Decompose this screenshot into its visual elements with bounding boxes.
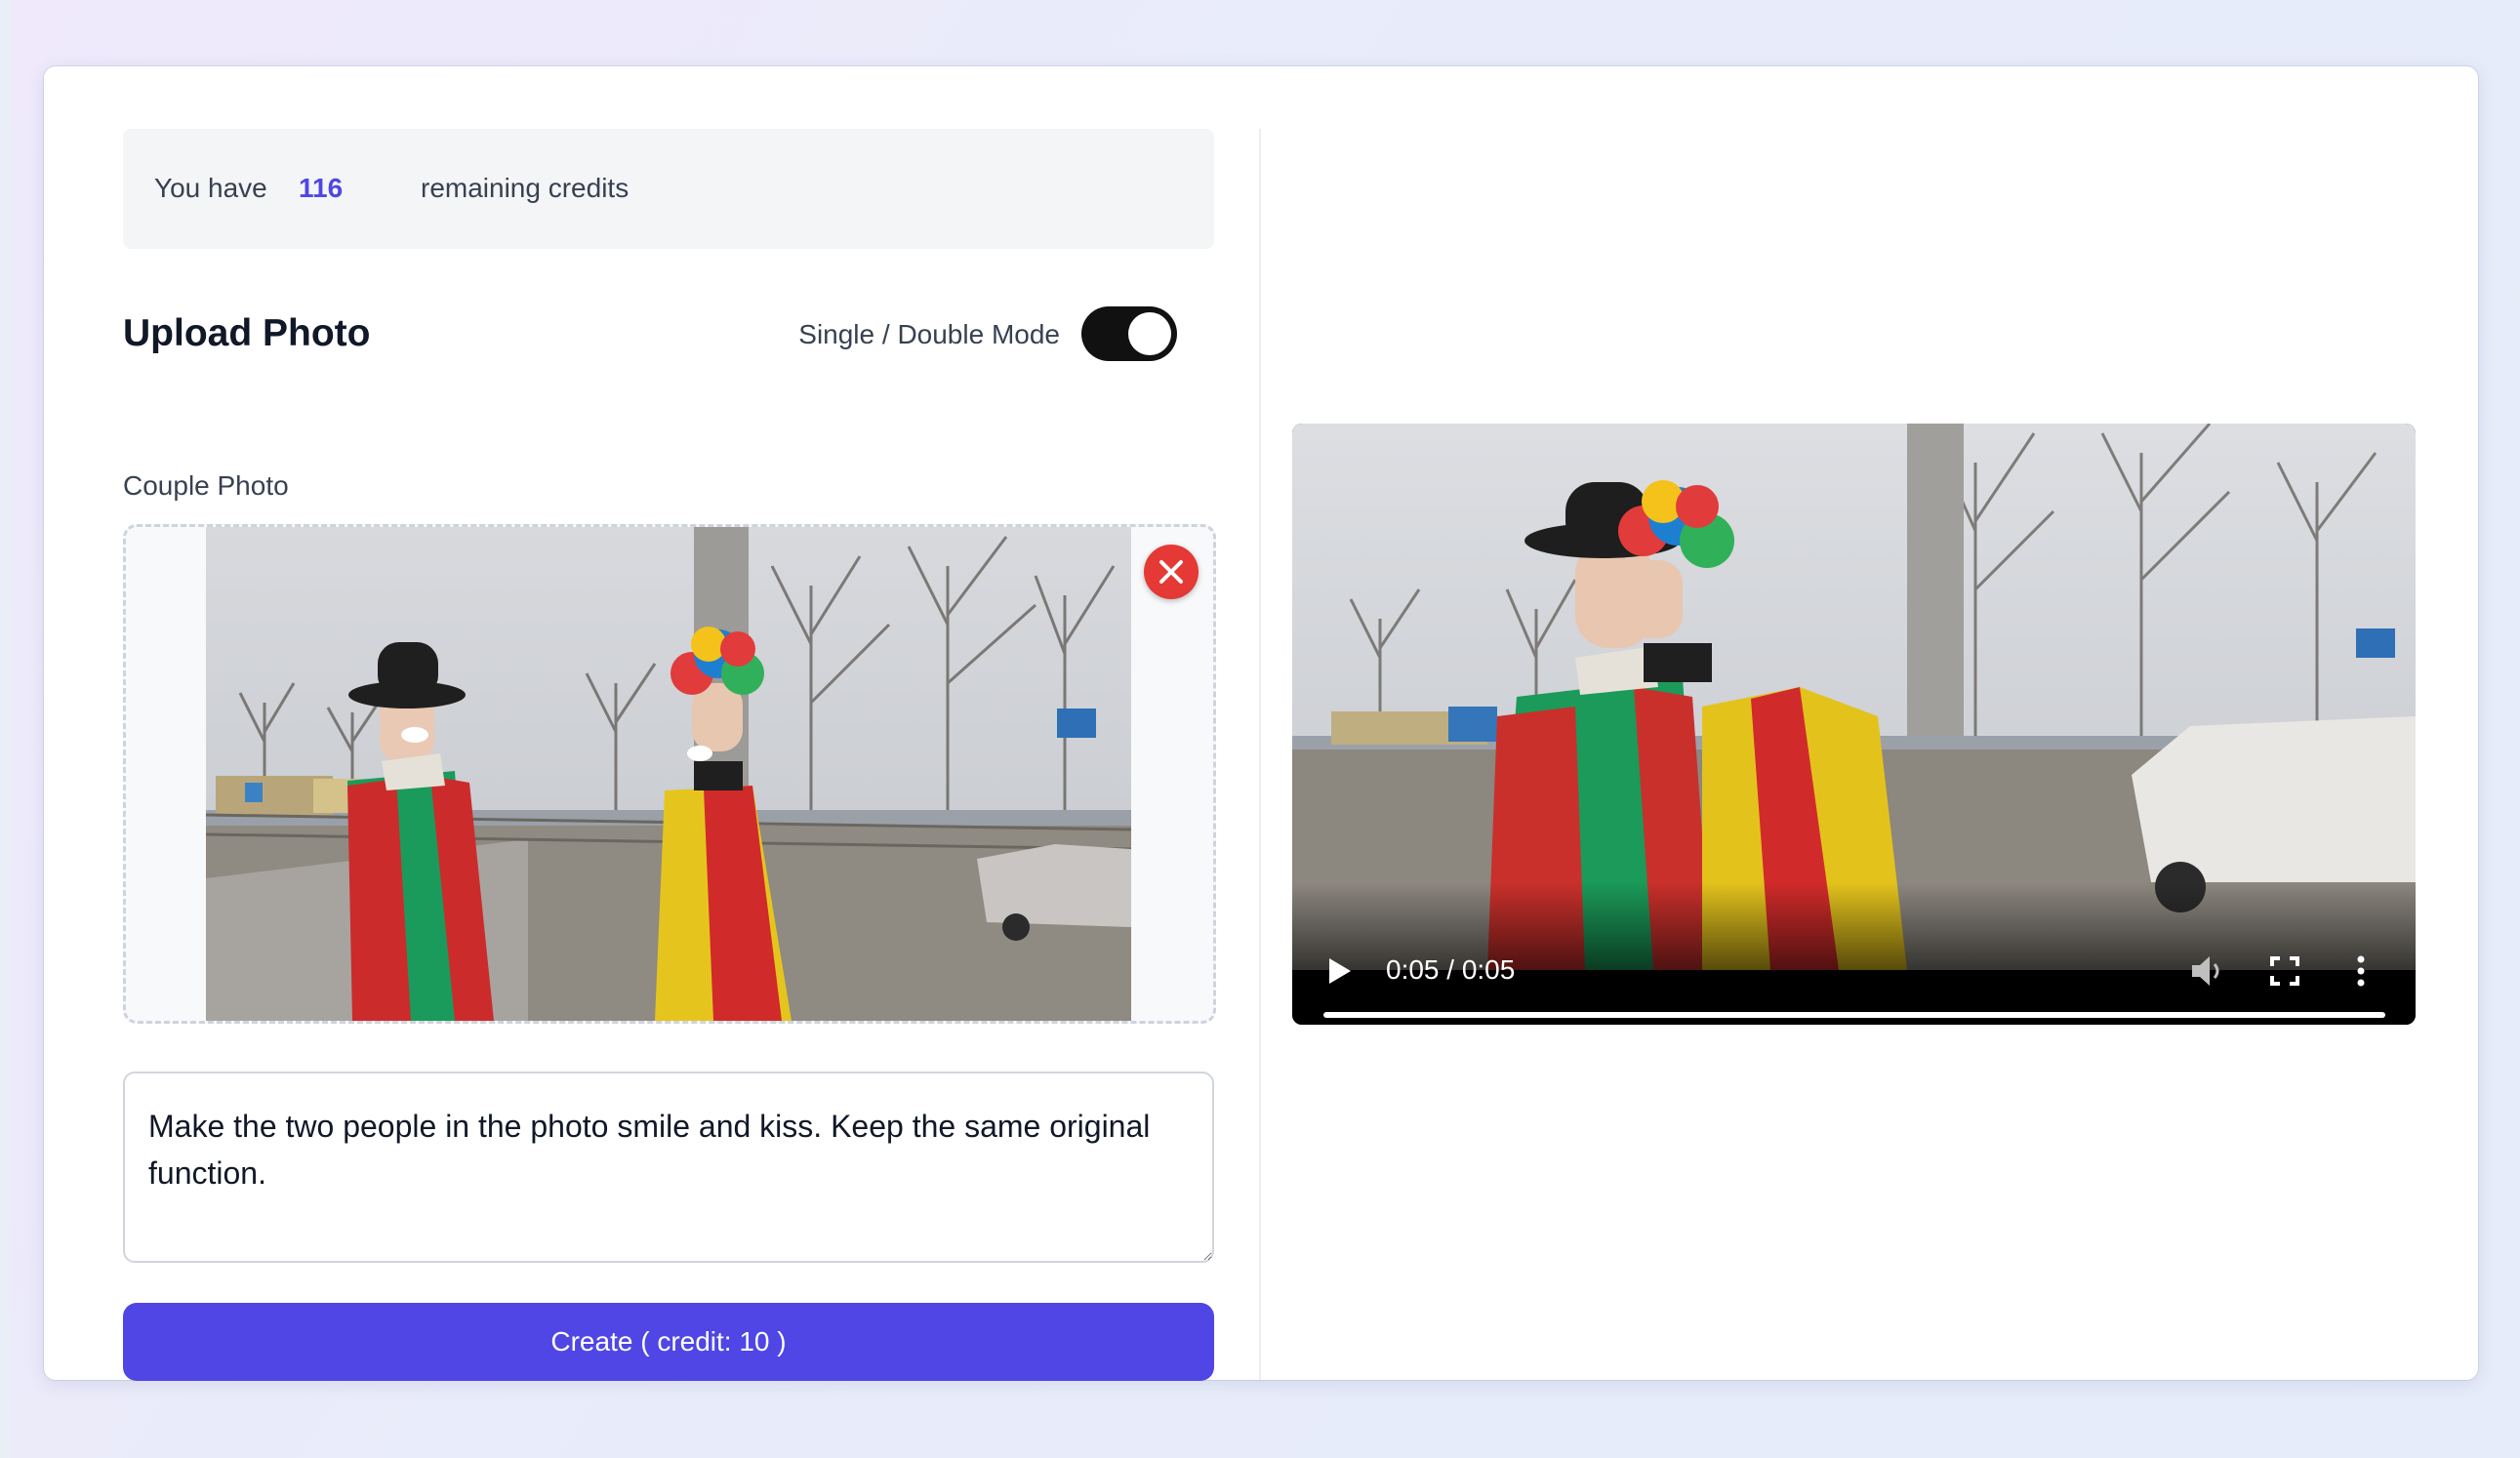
credits-count: 116: [299, 173, 344, 203]
play-icon[interactable]: [1325, 954, 1355, 988]
credits-banner: You have 116 remaining credits: [123, 129, 1214, 249]
mode-toggle[interactable]: [1081, 306, 1177, 361]
prompt-input[interactable]: Make the two people in the photo smile a…: [123, 1072, 1214, 1263]
video-player[interactable]: 0:05 / 0:05: [1292, 424, 2416, 1025]
mute-icon[interactable]: [2188, 952, 2227, 990]
remove-photo-button[interactable]: [1144, 545, 1199, 599]
video-controls: 0:05 / 0:05: [1292, 882, 2416, 1025]
mode-switch-group: Single / Double Mode: [748, 304, 1177, 363]
credits-suffix: remaining credits: [421, 173, 630, 203]
upload-title: Upload Photo: [123, 312, 371, 354]
photo-dropzone[interactable]: [123, 524, 1216, 1024]
window-edge: [0, 0, 12, 1458]
credits-prefix: You have: [154, 173, 267, 203]
main-card: You have 116 remaining credits Upload Ph…: [44, 66, 2478, 1381]
fullscreen-icon[interactable]: [2268, 954, 2301, 988]
close-icon: [1159, 560, 1183, 584]
create-button[interactable]: Create ( credit: 10 ): [123, 1303, 1214, 1381]
mode-label: Single / Double Mode: [798, 319, 1060, 349]
uploaded-photo: [206, 527, 1131, 1021]
video-time: 0:05 / 0:05: [1386, 954, 1516, 985]
video-progress-bar[interactable]: [1323, 1012, 2385, 1018]
column-divider: [1259, 129, 1261, 1380]
more-vertical-icon[interactable]: [2354, 954, 2368, 988]
toggle-knob: [1128, 312, 1171, 355]
photo-label: Couple Photo: [123, 470, 289, 501]
